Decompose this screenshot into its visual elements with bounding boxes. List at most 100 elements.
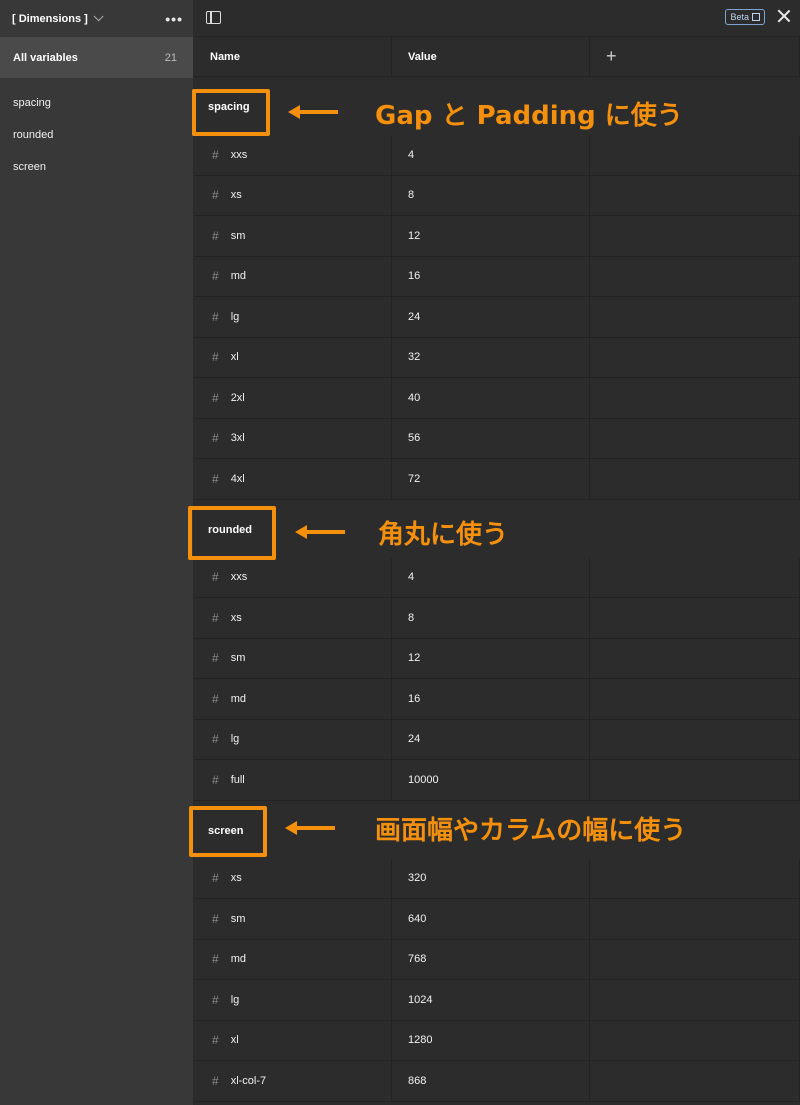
variable-name-cell[interactable]: # md — [194, 256, 392, 296]
variable-name-cell[interactable]: # sm — [194, 899, 392, 939]
table-row[interactable]: # md 16 — [194, 679, 800, 720]
variable-value: 24 — [408, 733, 421, 746]
add-column-icon[interactable]: + — [606, 46, 617, 67]
empty-cell — [590, 418, 800, 458]
variable-value-cell[interactable]: 24 — [392, 719, 590, 759]
variable-name-cell[interactable]: # lg — [194, 297, 392, 337]
beta-badge[interactable]: Beta — [725, 9, 765, 25]
variable-name-cell[interactable]: # xxs — [194, 135, 392, 175]
table-row[interactable]: # md 16 — [194, 256, 800, 297]
table-row[interactable]: # lg 1024 — [194, 980, 800, 1021]
variable-value-cell[interactable]: 56 — [392, 418, 590, 458]
table-row[interactable]: # xs 8 — [194, 175, 800, 216]
variable-value-cell[interactable]: 32 — [392, 337, 590, 377]
variable-name-cell[interactable]: #3xl — [194, 418, 392, 458]
sidebar-item-spacing[interactable]: spacing — [0, 87, 193, 119]
hash-icon: # — [212, 871, 219, 886]
table-row[interactable]: # xl-col-7 868 — [194, 1061, 800, 1102]
table-row[interactable]: # xl 1280 — [194, 1020, 800, 1061]
variable-value-cell[interactable]: 16 — [392, 679, 590, 719]
variable-value-cell[interactable]: 24 — [392, 297, 590, 337]
table-row[interactable]: #3xl 56 — [194, 418, 800, 459]
table-row[interactable]: # md 768 — [194, 939, 800, 980]
variable-name-cell[interactable]: #2xl — [194, 378, 392, 418]
variable-name-cell[interactable]: # xl — [194, 337, 392, 377]
hash-icon: # — [212, 147, 219, 162]
variable-value-cell[interactable]: 12 — [392, 216, 590, 256]
variable-name-cell[interactable]: # xs — [194, 175, 392, 215]
variable-name-cell[interactable]: # md — [194, 679, 392, 719]
variable-name-cell[interactable]: # sm — [194, 638, 392, 678]
more-options-icon[interactable]: ••• — [165, 11, 183, 27]
empty-cell — [590, 378, 800, 418]
toggle-sidebar-icon[interactable] — [206, 11, 221, 24]
column-header-name[interactable]: Name — [194, 37, 392, 76]
variable-value-cell[interactable]: 868 — [392, 1061, 590, 1101]
empty-cell — [590, 337, 800, 377]
hash-icon: # — [212, 431, 219, 446]
table-row[interactable]: # lg 24 — [194, 719, 800, 760]
table-row[interactable]: # xxs 4 — [194, 135, 800, 176]
table-row[interactable]: #4xl 72 — [194, 459, 800, 500]
sidebar-item-all-variables[interactable]: All variables 21 — [0, 37, 193, 78]
variable-value-cell[interactable]: 640 — [392, 899, 590, 939]
variable-name-cell[interactable]: # lg — [194, 980, 392, 1020]
variable-value-cell[interactable]: 8 — [392, 175, 590, 215]
variable-value: 868 — [408, 1074, 427, 1087]
variable-name-cell[interactable]: # xl — [194, 1020, 392, 1060]
table-row[interactable]: # xs 320 — [194, 858, 800, 899]
sidebar-item-rounded[interactable]: rounded — [0, 119, 193, 151]
variable-value-cell[interactable]: 320 — [392, 858, 590, 898]
variable-value-cell[interactable]: 4 — [392, 135, 590, 175]
table-row[interactable]: # sm 12 — [194, 638, 800, 679]
variable-value: 768 — [408, 953, 427, 966]
variable-value-cell[interactable]: 16 — [392, 256, 590, 296]
variable-value-cell[interactable]: 1024 — [392, 980, 590, 1020]
topbar: Beta — [194, 0, 800, 37]
variable-name-cell[interactable]: # lg — [194, 719, 392, 759]
table-row[interactable]: # full 10000 — [194, 760, 800, 801]
collection-selector[interactable]: [ Dimensions ] — [12, 11, 104, 25]
variable-value-cell[interactable]: 4 — [392, 557, 590, 597]
table-row[interactable]: # xs 8 — [194, 598, 800, 639]
variable-value-cell[interactable]: 72 — [392, 459, 590, 499]
empty-cell — [590, 557, 800, 597]
table-row[interactable]: # sm 640 — [194, 899, 800, 940]
variable-name-cell[interactable]: # xxs — [194, 557, 392, 597]
close-icon[interactable] — [776, 8, 792, 24]
sidebar-item-screen[interactable]: screen — [0, 151, 193, 183]
table-row[interactable]: # sm 12 — [194, 216, 800, 257]
column-header-value[interactable]: Value — [392, 37, 590, 76]
table-row[interactable]: #2xl 40 — [194, 378, 800, 419]
table-row[interactable]: # xxs 4 — [194, 557, 800, 598]
variable-name-cell[interactable]: # xl-col-7 — [194, 1061, 392, 1101]
variable-name-cell[interactable]: # sm — [194, 216, 392, 256]
empty-cell — [590, 598, 800, 638]
variable-name: md — [230, 692, 246, 705]
variable-value: 12 — [408, 229, 421, 242]
variable-value-cell[interactable]: 10000 — [392, 760, 590, 800]
variable-value: 1024 — [408, 993, 433, 1006]
variable-name-cell[interactable]: # md — [194, 939, 392, 979]
annotation-box-rounded — [188, 506, 276, 560]
variable-name-cell[interactable]: # xs — [194, 858, 392, 898]
variable-name: xs — [230, 189, 242, 202]
variable-value-cell[interactable]: 12 — [392, 638, 590, 678]
table-row[interactable]: # xl 32 — [194, 337, 800, 378]
variable-value-cell[interactable]: 768 — [392, 939, 590, 979]
variable-value-cell[interactable]: 40 — [392, 378, 590, 418]
variable-name: xl — [230, 351, 239, 364]
variable-name-cell[interactable]: #4xl — [194, 459, 392, 499]
variable-name-cell[interactable]: # full — [194, 760, 392, 800]
sidebar: [ Dimensions ] ••• All variables 21 spac… — [0, 0, 194, 1105]
variable-value: 32 — [408, 351, 421, 364]
variable-value: 4 — [408, 571, 415, 584]
chevron-down-icon — [93, 11, 104, 22]
variable-name-cell[interactable]: # xs — [194, 598, 392, 638]
variable-value-cell[interactable]: 8 — [392, 598, 590, 638]
variable-name: lg — [230, 733, 240, 746]
variable-value-cell[interactable]: 1280 — [392, 1020, 590, 1060]
table-row[interactable]: # lg 24 — [194, 297, 800, 338]
annotation-arrow-rounded — [295, 525, 345, 539]
hash-icon: # — [212, 911, 219, 926]
